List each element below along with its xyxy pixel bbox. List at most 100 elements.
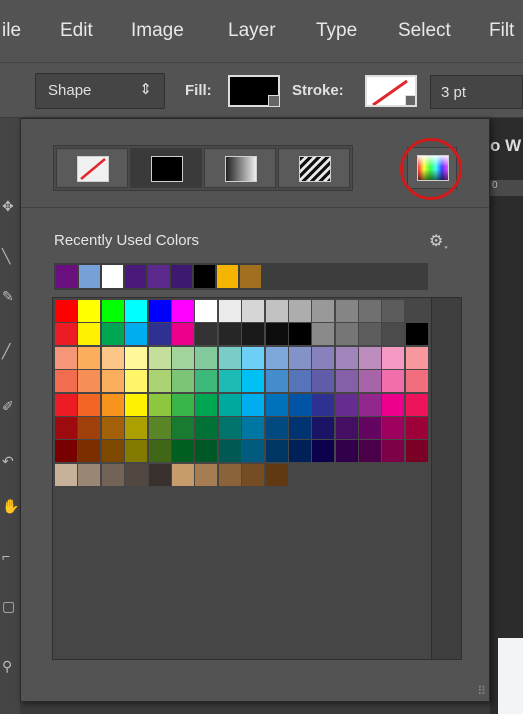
menu-file[interactable]: ile — [2, 20, 21, 42]
color-swatch[interactable] — [265, 393, 288, 416]
color-swatch[interactable] — [55, 346, 77, 369]
color-swatch[interactable] — [101, 300, 124, 322]
color-swatch[interactable] — [78, 370, 101, 393]
color-swatch[interactable] — [78, 346, 101, 369]
menu-type[interactable]: Type — [316, 20, 357, 42]
color-swatch[interactable] — [171, 323, 194, 346]
color-swatch[interactable] — [125, 323, 148, 346]
resize-grip-icon[interactable]: ⠿ — [477, 684, 486, 698]
color-swatch[interactable] — [148, 300, 171, 322]
color-swatch[interactable] — [265, 370, 288, 393]
color-swatch[interactable] — [218, 300, 241, 322]
color-swatch[interactable] — [382, 416, 405, 439]
color-swatch[interactable] — [148, 393, 171, 416]
zoom-tool-icon[interactable]: ⚲ — [2, 658, 18, 674]
color-swatch[interactable] — [312, 440, 335, 463]
color-swatch[interactable] — [359, 323, 382, 346]
color-swatch[interactable] — [195, 323, 218, 346]
color-swatch[interactable] — [125, 300, 148, 322]
color-swatch[interactable] — [288, 370, 311, 393]
color-swatch[interactable] — [359, 346, 382, 369]
menu-edit[interactable]: Edit — [60, 20, 93, 42]
solid-color-button[interactable] — [130, 148, 202, 188]
color-swatch[interactable] — [101, 346, 124, 369]
color-swatch[interactable] — [405, 300, 428, 322]
color-swatch[interactable] — [359, 440, 382, 463]
recent-color-swatch[interactable] — [102, 265, 123, 288]
color-swatch[interactable] — [171, 393, 194, 416]
color-swatch[interactable] — [148, 370, 171, 393]
pen-tool-icon[interactable]: ╱ — [2, 343, 18, 359]
color-swatch[interactable] — [218, 440, 241, 463]
color-swatch[interactable] — [288, 440, 311, 463]
color-swatch[interactable] — [78, 323, 101, 346]
menu-image[interactable]: Image — [131, 20, 184, 42]
menu-select[interactable]: Select — [398, 20, 451, 42]
color-swatch[interactable] — [55, 300, 77, 322]
color-swatch[interactable] — [171, 300, 194, 322]
pattern-button[interactable] — [278, 148, 350, 188]
gradient-button[interactable] — [204, 148, 276, 188]
color-swatch[interactable] — [55, 463, 77, 486]
color-swatch[interactable] — [405, 393, 428, 416]
color-swatch[interactable] — [101, 440, 124, 463]
shape-mode-select[interactable]: Shape ⇕ — [35, 73, 165, 109]
color-swatch[interactable] — [195, 393, 218, 416]
color-swatch[interactable] — [101, 463, 124, 486]
move-tool-icon[interactable]: ✥ — [2, 198, 18, 214]
color-swatch[interactable] — [148, 323, 171, 346]
color-swatch[interactable] — [382, 370, 405, 393]
color-swatch[interactable] — [218, 416, 241, 439]
document-tab-title[interactable]: o W — [490, 136, 521, 156]
color-swatch[interactable] — [335, 323, 358, 346]
color-swatch[interactable] — [78, 300, 101, 322]
color-swatch[interactable] — [335, 346, 358, 369]
color-swatch[interactable] — [148, 346, 171, 369]
color-swatch[interactable] — [125, 346, 148, 369]
stroke-swatch-button[interactable] — [365, 75, 417, 107]
color-swatch[interactable] — [78, 440, 101, 463]
color-swatch[interactable] — [195, 416, 218, 439]
color-swatch[interactable] — [148, 416, 171, 439]
color-swatch[interactable] — [242, 463, 265, 486]
color-swatch[interactable] — [335, 300, 358, 322]
color-swatch[interactable] — [78, 463, 101, 486]
color-swatch[interactable] — [195, 300, 218, 322]
color-swatch[interactable] — [171, 416, 194, 439]
color-swatch[interactable] — [242, 346, 265, 369]
color-swatch[interactable] — [405, 440, 428, 463]
color-swatch[interactable] — [312, 393, 335, 416]
color-swatch[interactable] — [195, 370, 218, 393]
color-swatch[interactable] — [335, 440, 358, 463]
color-swatch[interactable] — [101, 370, 124, 393]
color-swatch[interactable] — [125, 463, 148, 486]
color-swatch[interactable] — [382, 346, 405, 369]
color-swatch[interactable] — [265, 440, 288, 463]
color-swatch[interactable] — [125, 393, 148, 416]
color-swatch[interactable] — [242, 300, 265, 322]
color-swatch[interactable] — [312, 346, 335, 369]
color-swatch[interactable] — [148, 463, 171, 486]
color-swatch[interactable] — [405, 346, 428, 369]
color-swatch[interactable] — [335, 393, 358, 416]
color-swatch[interactable] — [359, 393, 382, 416]
gear-icon[interactable]: ⚙˯ — [429, 231, 449, 251]
color-swatch[interactable] — [242, 393, 265, 416]
color-swatch[interactable] — [125, 416, 148, 439]
recent-color-swatch[interactable] — [217, 265, 238, 288]
color-swatch[interactable] — [195, 346, 218, 369]
color-swatch[interactable] — [405, 416, 428, 439]
mask-tool-icon[interactable]: ▢ — [2, 598, 18, 614]
color-swatch[interactable] — [312, 323, 335, 346]
recent-color-swatch[interactable] — [148, 265, 169, 288]
recent-color-swatch[interactable] — [125, 265, 146, 288]
color-swatch[interactable] — [78, 416, 101, 439]
color-swatch[interactable] — [405, 370, 428, 393]
color-swatch[interactable] — [55, 323, 77, 346]
color-swatch[interactable] — [171, 463, 194, 486]
color-swatch[interactable] — [265, 323, 288, 346]
color-swatch[interactable] — [405, 323, 428, 346]
color-swatch[interactable] — [125, 440, 148, 463]
color-swatch[interactable] — [382, 323, 405, 346]
color-swatch[interactable] — [125, 370, 148, 393]
